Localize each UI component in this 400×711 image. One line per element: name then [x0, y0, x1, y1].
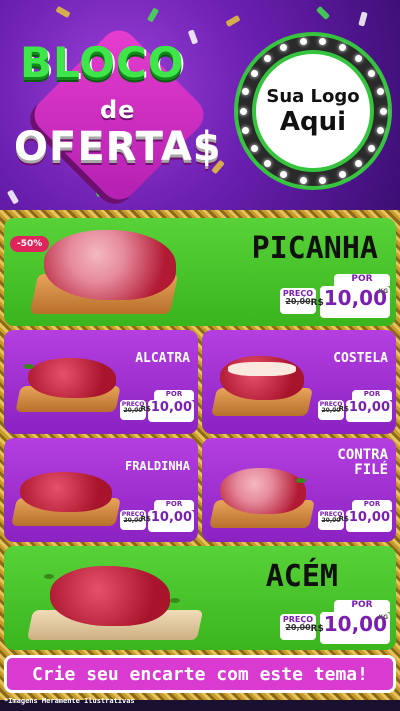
- price-tag: POR PREÇO 20,00 R$ 10,00 KG: [280, 274, 390, 320]
- price-tag: POR PREÇO 20,00 R$ 10,00: [120, 500, 194, 534]
- light-bulb-dot: [239, 107, 247, 115]
- fraldinha-image: [8, 464, 122, 536]
- light-bulb-dot: [299, 176, 307, 184]
- price-tag: POR PREÇO 20,00 R$ 10,00: [120, 390, 194, 424]
- picanha-image: [24, 226, 184, 322]
- product-name: ALCATRA: [135, 351, 190, 366]
- new-price-box: R$ 10,00: [339, 400, 392, 422]
- contra-file-image: [206, 460, 318, 538]
- light-bulb-dot: [368, 145, 376, 153]
- confetti-piece: [55, 5, 71, 19]
- meat-cut: [44, 230, 176, 300]
- product-card-costela[interactable]: COSTELA POR PREÇO 20,00 R$ 10,00: [202, 330, 396, 434]
- herb-leaf: [24, 364, 34, 369]
- light-bulb-dot: [250, 69, 258, 77]
- light-bulb-dot: [263, 160, 271, 168]
- product-name-line-2: FILÉ: [354, 462, 388, 479]
- light-bulb-dot: [242, 87, 250, 95]
- header-banner: BLOCO de OFERTA$ Sua Logo Aqui: [0, 0, 400, 214]
- price-por-label: POR: [334, 274, 390, 286]
- product-card-contra-file[interactable]: CONTRA FILÉ POR PREÇO 20,00 R$ 10,00: [202, 438, 396, 542]
- unit-label: KG: [378, 614, 388, 621]
- product-card-acem[interactable]: ACÉM POR PREÇO 20,00 R$ 10,00 KG: [4, 546, 396, 650]
- product-name: COSTELA: [333, 351, 388, 366]
- new-price: 10,00: [348, 400, 390, 415]
- herb-leaf: [170, 598, 180, 603]
- brand-line-3: OFERTA$: [14, 124, 222, 170]
- product-name: PICANHA: [251, 231, 378, 266]
- footnote-text: *Imagens Meramente Ilustrativas: [4, 697, 135, 705]
- confetti-piece: [315, 5, 331, 21]
- price-por-label: POR: [154, 500, 194, 510]
- price-tag: POR PREÇO 20,00 R$ 10,00: [318, 390, 392, 424]
- unit-label: KG: [378, 288, 388, 295]
- costela-image: [206, 350, 316, 428]
- meat-cut: [28, 358, 116, 398]
- light-bulb-dot: [379, 107, 387, 115]
- price-por-label: POR: [334, 600, 390, 612]
- light-bulb-dot: [263, 54, 271, 62]
- meat-cut: [50, 566, 170, 626]
- new-price: 10,00: [150, 510, 192, 525]
- light-bulb-dot: [280, 171, 288, 179]
- light-bulb-dot: [242, 127, 250, 135]
- light-bulb-dot: [368, 69, 376, 77]
- price-tag: POR PREÇO 20,00 R$ 10,00 KG: [280, 600, 390, 646]
- new-price: 10,00: [348, 510, 390, 525]
- cta-banner-text: Crie seu encarte com este tema!: [32, 663, 368, 685]
- light-bulb-dot: [376, 87, 384, 95]
- acem-image: [20, 558, 206, 650]
- product-card-picanha[interactable]: -50% PICANHA POR PREÇO 20,00 R$ 10,00 KG: [4, 218, 396, 326]
- brand-title: BLOCO de OFERTA$: [14, 20, 229, 207]
- light-bulb-dot: [319, 176, 327, 184]
- currency-symbol: R$: [140, 515, 151, 523]
- logo-text-line-1: Sua Logo: [266, 85, 360, 107]
- price-por-label: POR: [352, 500, 392, 510]
- currency-symbol: R$: [310, 298, 324, 308]
- cta-banner[interactable]: Crie seu encarte com este tema!: [4, 655, 396, 693]
- logo-inner-circle: Sua Logo Aqui: [252, 50, 374, 172]
- meat-fat: [228, 362, 296, 376]
- product-name: FRALDINHA: [124, 459, 190, 473]
- light-bulb-dot: [250, 145, 258, 153]
- currency-symbol: R$: [338, 515, 349, 523]
- light-bulb-dot: [319, 38, 327, 46]
- light-bulb-dot: [299, 38, 307, 46]
- light-bulb-dot: [280, 43, 288, 51]
- new-price-box: R$ 10,00: [141, 510, 194, 532]
- alcatra-image: [10, 350, 124, 426]
- brand-line-1: BLOCO: [20, 38, 185, 87]
- currency-symbol: R$: [338, 405, 349, 413]
- light-bulb-dot: [338, 43, 346, 51]
- herb-leaf: [44, 574, 54, 579]
- currency-symbol: R$: [310, 624, 324, 634]
- price-tag: POR PREÇO 20,00 R$ 10,00: [318, 500, 392, 534]
- price-por-label: POR: [352, 390, 392, 400]
- light-bulb-dot: [355, 160, 363, 168]
- logo-text-line-2: Aqui: [279, 106, 347, 137]
- new-price-box: R$ 10,00: [339, 510, 392, 532]
- new-price-box: R$ 10,00: [141, 400, 194, 422]
- currency-symbol: R$: [140, 405, 151, 413]
- herb-leaf: [296, 478, 306, 483]
- product-card-fraldinha[interactable]: FRALDINHA POR PREÇO 20,00 R$ 10,00: [4, 438, 198, 542]
- product-name: CONTRA FILÉ: [337, 447, 388, 479]
- confetti-piece: [358, 11, 368, 27]
- product-card-alcatra[interactable]: ALCATRA POR PREÇO 20,00 R$ 10,00: [4, 330, 198, 434]
- logo-placeholder[interactable]: Sua Logo Aqui: [234, 32, 392, 190]
- light-bulb-dot: [376, 127, 384, 135]
- product-name: ACÉM: [265, 559, 338, 594]
- meat-cut: [220, 468, 306, 514]
- meat-cut: [20, 472, 112, 512]
- new-price: 10,00: [150, 400, 192, 415]
- price-por-label: POR: [154, 390, 194, 400]
- light-bulb-dot: [338, 171, 346, 179]
- brand-line-2: de: [100, 96, 136, 124]
- light-bulb-dot: [355, 54, 363, 62]
